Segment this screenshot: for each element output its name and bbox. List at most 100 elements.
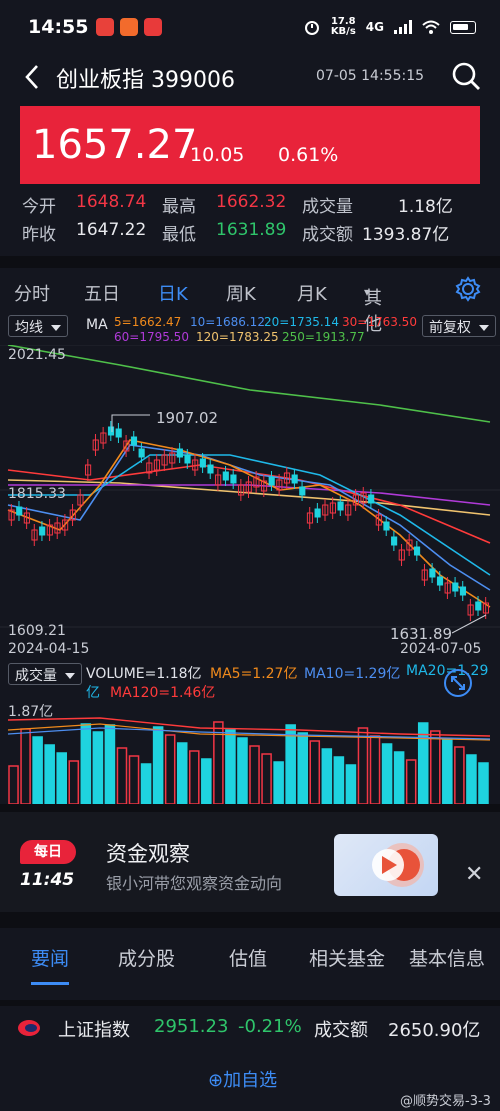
tab-related-funds[interactable]: 相关基金 <box>309 944 385 971</box>
candle-body <box>436 576 444 586</box>
volume-bar <box>369 735 381 804</box>
volume-chart[interactable]: 1.87亿 <box>0 700 500 804</box>
volume-bar <box>201 758 212 804</box>
divider <box>0 804 500 812</box>
candle-body <box>429 568 436 578</box>
volume-bar <box>405 759 417 804</box>
prev-close-value: 1647.22 <box>76 220 147 240</box>
chart-grid <box>0 345 500 628</box>
volume-bar <box>152 726 164 804</box>
tab-components[interactable]: 成分股 <box>118 944 175 971</box>
volume-bar <box>393 751 405 804</box>
volume-bar <box>261 753 272 804</box>
ma5-value: 5=1662.47 <box>114 315 182 329</box>
tab-news[interactable]: 要闻 <box>31 944 69 971</box>
related-index-amount-label: 成交额 <box>314 1020 368 1041</box>
candle-body <box>391 536 398 546</box>
price-axis-bottom: 1609.21 <box>8 623 66 639</box>
promo-card[interactable]: 每日 11:45 资金观察 银小河带您观察资金动向 ✕ <box>0 812 500 912</box>
volume-bar <box>381 743 393 804</box>
caret-down-icon <box>479 325 489 331</box>
volume-bar <box>140 763 152 804</box>
low-label: 最低 <box>162 225 196 245</box>
candle-body <box>337 501 344 511</box>
net-speed: 17.8 KB/s <box>330 16 356 37</box>
candle-body <box>138 448 145 458</box>
stats-row-2: 昨收 1647.22 最低 1631.89 成交额 1393.87亿 <box>20 220 480 248</box>
back-arrow-icon[interactable] <box>18 62 48 92</box>
candle-body <box>368 494 375 504</box>
caret-down-icon <box>65 673 75 679</box>
ma30-value: 30=1763.50 <box>342 315 417 329</box>
adjust-select[interactable]: 前复权 <box>422 315 496 337</box>
tab-five-day[interactable]: 五日 <box>84 280 120 306</box>
volume-bar <box>44 744 55 804</box>
candle-body <box>452 582 459 592</box>
prev-close-label: 昨收 <box>22 225 56 245</box>
app-notification-icon <box>120 18 139 36</box>
play-icon <box>372 843 424 887</box>
volume-bar <box>237 737 248 804</box>
tab-monthly-k[interactable]: 月K <box>297 280 327 306</box>
volume-legend-bar: 成交量 VOLUME=1.18亿 MA5=1.27亿 MA10=1.29亿 MA… <box>0 663 500 701</box>
stats-row-1: 今开 1648.74 最高 1662.32 成交量 1.18亿 <box>20 192 480 220</box>
volume-bar <box>8 765 19 804</box>
related-index-name: 上证指数 <box>58 1020 130 1041</box>
tab-other[interactable]: 其他 ▾ <box>364 280 382 335</box>
amount-value: 1393.87亿 <box>362 225 450 245</box>
current-price: 1657.27 <box>32 122 198 168</box>
candle-body <box>222 471 229 481</box>
open-label: 今开 <box>22 197 56 217</box>
ma250-line <box>7 345 491 423</box>
volume-bar <box>309 740 321 804</box>
related-index-price: 2951.23 <box>154 1016 229 1037</box>
volume-ma-lines <box>7 717 491 741</box>
price-banner: 1657.27 10.05 0.61% <box>20 106 480 184</box>
volume-bar <box>116 747 128 804</box>
volume-bar <box>357 727 369 804</box>
search-icon[interactable] <box>450 60 482 92</box>
nav-bar: 创业板指 399006 07-05 14:55:15 <box>0 54 500 100</box>
candlestick-chart[interactable]: 2021.45 1815.33 1609.21 1907.02 1631.89 … <box>0 345 500 655</box>
volume-bar <box>56 752 68 804</box>
candle-body <box>383 521 390 531</box>
close-icon[interactable]: ✕ <box>465 862 483 887</box>
candle-body <box>176 448 183 458</box>
volume-bar <box>32 736 43 804</box>
volume-bar <box>297 732 309 804</box>
ma10-line <box>7 444 491 591</box>
candle-body <box>207 464 214 474</box>
candles <box>8 421 490 621</box>
watermark: @顺势交易-3-3 <box>400 1094 491 1109</box>
promo-video-thumbnail[interactable] <box>334 834 438 896</box>
tab-basic-info[interactable]: 基本信息 <box>409 944 485 971</box>
promo-subtitle: 银小河带您观察资金动向 <box>106 874 283 893</box>
related-index-row[interactable]: 上证指数 2951.23 -0.21% 成交额 2650.90亿 <box>0 1006 500 1050</box>
ma20-value: 20=1735.14 <box>264 315 339 329</box>
candle-body <box>459 586 467 596</box>
candle-body <box>39 526 46 536</box>
gear-icon[interactable] <box>455 276 481 302</box>
index-logo-icon <box>18 1020 40 1036</box>
tab-intraday[interactable]: 分时 <box>14 280 50 306</box>
indicator-select[interactable]: 均线 <box>8 315 68 337</box>
high-value: 1662.32 <box>216 192 287 212</box>
candle-body <box>115 428 122 438</box>
volume-bar <box>92 731 104 804</box>
candle-body <box>268 476 275 486</box>
expand-chart-icon[interactable] <box>442 667 474 699</box>
ma5-line <box>7 439 491 608</box>
add-favorite-button[interactable]: ⊕加自选 <box>208 1066 277 1092</box>
volume-bar <box>164 734 176 804</box>
volume-bar <box>176 742 188 804</box>
tab-daily-k[interactable]: 日K <box>158 280 188 306</box>
notification-icons <box>96 18 163 36</box>
tab-valuation[interactable]: 估值 <box>229 944 267 971</box>
peak-label: 1907.02 <box>156 409 218 427</box>
volume-ma5: MA5=1.27亿 <box>210 666 298 682</box>
tab-weekly-k[interactable]: 周K <box>226 280 256 306</box>
volume-bar <box>345 764 357 804</box>
daily-badge: 每日 11:45 <box>20 840 76 896</box>
volume-bar <box>249 745 260 804</box>
volume-indicator-select[interactable]: 成交量 <box>8 663 82 685</box>
